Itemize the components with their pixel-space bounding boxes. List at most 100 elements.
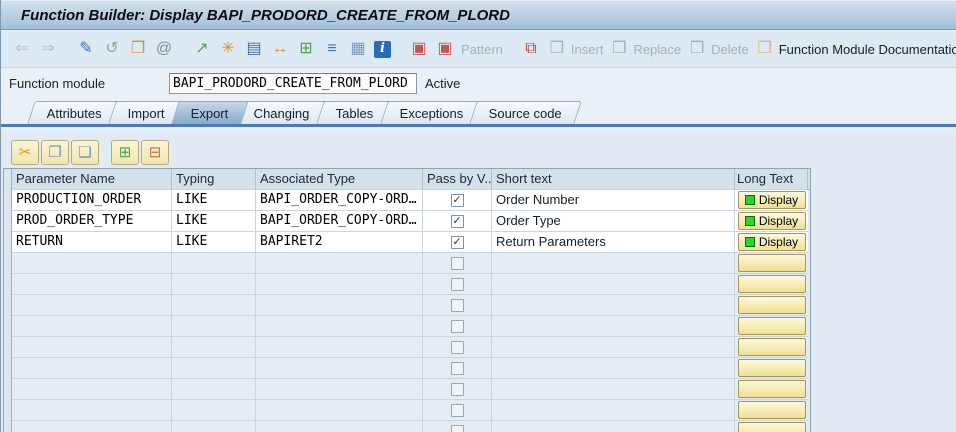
pass-by-value-checkbox[interactable] <box>450 298 464 312</box>
hierarchy-icon[interactable]: ⊞ <box>293 38 319 60</box>
long-text-display-button[interactable] <box>737 275 806 293</box>
long-text-display-button[interactable] <box>737 296 806 314</box>
short-text-cell[interactable] <box>492 316 735 337</box>
info-icon[interactable]: i <box>371 39 394 60</box>
table-selection-strip[interactable] <box>4 169 12 432</box>
test-icon[interactable]: ▤ <box>241 38 267 60</box>
parameter-name-cell[interactable] <box>12 253 172 274</box>
long-text-display-button[interactable]: Display <box>737 212 806 230</box>
associated-type-cell[interactable] <box>256 400 423 421</box>
back-icon[interactable]: ⇐ <box>9 38 35 60</box>
where-used-icon[interactable]: ↗ <box>189 38 215 60</box>
parameter-name-cell[interactable] <box>12 379 172 400</box>
move-icon[interactable]: ↔ <box>267 38 293 60</box>
column-header-short[interactable]: Short text <box>492 169 735 190</box>
short-text-cell[interactable] <box>492 295 735 316</box>
copy-rows-button[interactable]: ❐ <box>41 139 69 165</box>
fm-documentation-button[interactable]: ❒ Function Module Documentation <box>752 38 956 60</box>
cut-button[interactable]: ✂ <box>11 139 39 165</box>
paste-rows-button[interactable]: ❑ <box>71 139 99 165</box>
pass-by-value-checkbox[interactable] <box>450 403 464 417</box>
activate-icon[interactable]: ✳ <box>215 38 241 60</box>
function-module-input[interactable] <box>169 73 417 94</box>
typing-cell[interactable] <box>172 316 256 337</box>
column-header-pass[interactable]: Pass by V... <box>423 169 492 190</box>
typing-cell[interactable] <box>172 421 256 432</box>
long-text-display-button[interactable] <box>737 380 806 398</box>
associated-type-cell[interactable] <box>256 316 423 337</box>
tab-exceptions[interactable]: Exceptions <box>379 101 483 124</box>
column-header-parameter[interactable]: Parameter Name <box>12 169 172 190</box>
typing-cell[interactable]: LIKE <box>172 190 256 211</box>
short-text-cell[interactable] <box>492 400 735 421</box>
delete-row-button[interactable]: ⊟ <box>141 139 169 165</box>
table-view-icon[interactable]: ▦ <box>345 38 371 60</box>
forward-icon[interactable]: ⇒ <box>35 38 61 60</box>
pass-by-value-checkbox[interactable]: ✓ <box>450 235 464 249</box>
tab-export[interactable]: Export <box>171 101 249 124</box>
compare-icon[interactable]: ⧉ <box>518 38 544 60</box>
parameter-name-cell[interactable]: PRODUCTION_ORDER <box>12 190 172 211</box>
column-header-assoc[interactable]: Associated Type <box>256 169 423 190</box>
long-text-display-button[interactable] <box>737 422 806 432</box>
parameter-name-cell[interactable]: PROD_ORDER_TYPE <box>12 211 172 232</box>
pass-by-value-checkbox[interactable] <box>450 361 464 375</box>
display-change-icon[interactable]: ✎ <box>73 38 99 60</box>
long-text-display-button[interactable]: Display <box>737 191 806 209</box>
column-header-long[interactable]: Long Text <box>735 169 808 190</box>
parameter-name-cell[interactable] <box>12 295 172 316</box>
long-text-display-button[interactable] <box>737 338 806 356</box>
short-text-cell[interactable] <box>492 274 735 295</box>
long-text-display-button[interactable] <box>737 401 806 419</box>
tab-source-code[interactable]: Source code <box>469 101 582 124</box>
parameter-name-cell[interactable] <box>12 358 172 379</box>
short-text-cell[interactable] <box>492 421 735 432</box>
associated-type-cell[interactable]: BAPI_ORDER_COPY-ORD… <box>256 190 423 211</box>
typing-cell[interactable]: LIKE <box>172 211 256 232</box>
parameter-name-cell[interactable] <box>12 274 172 295</box>
associated-type-cell[interactable]: BAPIRET2 <box>256 232 423 253</box>
copy-icon[interactable]: ❐ <box>125 38 151 60</box>
associated-type-cell[interactable]: BAPI_ORDER_COPY-ORD… <box>256 211 423 232</box>
typing-cell[interactable] <box>172 358 256 379</box>
parameter-name-cell[interactable]: RETURN <box>12 232 172 253</box>
associated-type-cell[interactable] <box>256 274 423 295</box>
pass-by-value-checkbox[interactable] <box>450 319 464 333</box>
pass-by-value-checkbox[interactable] <box>450 256 464 270</box>
refresh-icon[interactable]: ↺ <box>99 38 125 60</box>
typing-cell[interactable] <box>172 337 256 358</box>
typing-cell[interactable]: LIKE <box>172 232 256 253</box>
associated-type-cell[interactable] <box>256 337 423 358</box>
performance-trace-icon[interactable]: ▣ <box>432 38 458 60</box>
associated-type-cell[interactable] <box>256 379 423 400</box>
associated-type-cell[interactable] <box>256 358 423 379</box>
pass-by-value-checkbox[interactable] <box>450 340 464 354</box>
parameter-name-cell[interactable] <box>12 400 172 421</box>
short-text-cell[interactable]: Order Type <box>492 211 735 232</box>
parameter-name-cell[interactable] <box>12 337 172 358</box>
long-text-display-button[interactable] <box>737 254 806 272</box>
sort-icon[interactable]: ≡ <box>319 38 345 60</box>
long-text-display-button[interactable] <box>737 317 806 335</box>
short-text-cell[interactable] <box>492 337 735 358</box>
spiral-icon[interactable]: @ <box>151 38 177 60</box>
pass-by-value-checkbox[interactable]: ✓ <box>450 193 464 207</box>
typing-cell[interactable] <box>172 400 256 421</box>
parameter-name-cell[interactable] <box>12 421 172 432</box>
short-text-cell[interactable]: Return Parameters <box>492 232 735 253</box>
long-text-display-button[interactable] <box>737 359 806 377</box>
typing-cell[interactable] <box>172 379 256 400</box>
runtime-analysis-icon[interactable]: ▣ <box>406 38 432 60</box>
long-text-display-button[interactable]: Display <box>737 233 806 251</box>
tab-attributes[interactable]: Attributes <box>27 101 122 124</box>
associated-type-cell[interactable] <box>256 295 423 316</box>
associated-type-cell[interactable] <box>256 421 423 432</box>
tab-changing[interactable]: Changing <box>234 101 330 124</box>
pass-by-value-checkbox[interactable] <box>450 424 464 432</box>
typing-cell[interactable] <box>172 253 256 274</box>
insert-row-button[interactable]: ⊞ <box>111 139 139 165</box>
pass-by-value-checkbox[interactable] <box>450 277 464 291</box>
parameter-name-cell[interactable] <box>12 316 172 337</box>
associated-type-cell[interactable] <box>256 253 423 274</box>
short-text-cell[interactable] <box>492 253 735 274</box>
